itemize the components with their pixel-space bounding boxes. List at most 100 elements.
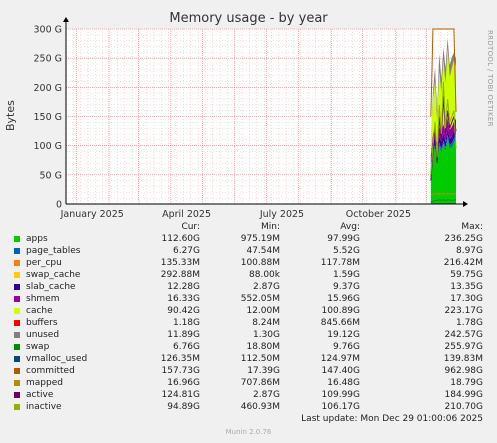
legend-cur: 135.33M [160, 258, 200, 268]
legend-swatch [14, 308, 20, 314]
legend-min: 18.80M [246, 342, 280, 352]
header-avg: Avg: [340, 222, 360, 232]
legend-label: buffers [26, 318, 58, 328]
x-tick-label: October 2025 [346, 209, 411, 220]
legend-swatch [14, 344, 20, 350]
legend-cur: 94.89G [167, 402, 200, 412]
legend-cur: 11.89G [167, 330, 200, 340]
legend-swatch [14, 392, 20, 398]
legend-avg: 1.59G [332, 270, 360, 280]
legend-label: mapped [26, 378, 63, 388]
legend-swatch [14, 320, 20, 326]
legend-label: shmem [26, 294, 60, 304]
legend-swatch [14, 248, 20, 254]
legend-cur: 6.76G [172, 342, 200, 352]
legend-min: 2.87G [252, 390, 280, 400]
legend-row-vmalloc-used: vmalloc_used 126.35M 112.50M 124.97M 139.83M [0, 354, 497, 366]
x-tick-label: January 2025 [60, 209, 124, 220]
legend-max: 223.17G [444, 306, 483, 316]
legend-cur: 157.73G [161, 366, 200, 376]
legend-max: 216.42M [443, 258, 483, 268]
legend-min: 47.54M [246, 246, 280, 256]
legend-label: slab_cache [26, 282, 76, 292]
legend-avg: 109.99G [321, 390, 360, 400]
legend-max: 8.97G [455, 246, 483, 256]
x-axis-arrow [463, 201, 468, 207]
legend-max: 1.78G [455, 318, 483, 328]
legend-max: 13.35G [450, 282, 483, 292]
legend-label: committed [26, 366, 75, 376]
legend-swatch [14, 404, 20, 410]
header-min: Min: [260, 222, 280, 232]
legend-cur: 6.27G [172, 246, 200, 256]
legend-avg: 124.97M [320, 354, 360, 364]
legend-row-unused: unused 11.89G 1.30G 19.12G 242.57G [0, 330, 497, 342]
legend-min: 12.00M [246, 306, 280, 316]
legend-cur: 124.81G [161, 390, 200, 400]
legend-row-active: active 124.81G 2.87G 109.99G 184.99G [0, 390, 497, 402]
legend-row-cache: cache 90.42G 12.00M 100.89G 223.17G [0, 306, 497, 318]
legend-avg: 106.17G [321, 402, 360, 412]
legend-label: page_tables [26, 246, 81, 256]
legend-cur: 292.88M [160, 270, 200, 280]
legend-row-inactive: inactive 94.89G 460.93M 106.17G 210.70G [0, 402, 497, 414]
legend-avg: 9.76G [332, 342, 360, 352]
legend-swatch [14, 296, 20, 302]
legend-label: vmalloc_used [26, 354, 88, 364]
legend-header: Cur: Min: Avg: Max: [0, 222, 497, 234]
y-axis-arrow [63, 17, 69, 22]
legend-max: 18.79G [450, 378, 483, 388]
munin-graph: Memory usage - by year Bytes RRDTOOL / T… [0, 0, 497, 443]
y-tick-label: 250 G [33, 54, 62, 65]
y-tick-label: 150 G [33, 112, 62, 123]
legend-min: 8.24M [252, 318, 280, 328]
legend-label: per_cpu [26, 258, 62, 268]
legend-max: 236.25G [444, 234, 483, 244]
legend-cur: 126.35M [160, 354, 200, 364]
legend-min: 1.30G [252, 330, 280, 340]
legend-max: 184.99G [444, 390, 483, 400]
legend-label: apps [26, 234, 48, 244]
legend-cur: 112.60G [161, 234, 200, 244]
legend-max: 210.70G [444, 402, 483, 412]
legend-avg: 15.96G [327, 294, 360, 304]
legend-min: 460.93M [240, 402, 280, 412]
legend-avg: 117.78M [320, 258, 360, 268]
legend-min: 975.19M [240, 234, 280, 244]
legend-swatch [14, 236, 20, 242]
legend-row-apps: apps 112.60G 975.19M 97.99G 236.25G [0, 234, 497, 246]
legend-swatch [14, 332, 20, 338]
x-tick-label: July 2025 [259, 209, 304, 220]
legend-swatch [14, 356, 20, 362]
legend-cur: 90.42G [167, 306, 200, 316]
legend-row-slab-cache: slab_cache 12.28G 2.87G 9.37G 13.35G [0, 282, 497, 294]
legend-avg: 5.52G [332, 246, 360, 256]
legend-avg: 97.99G [327, 234, 360, 244]
legend-label: inactive [26, 402, 62, 412]
legend-swatch [14, 272, 20, 278]
legend-swatch [14, 284, 20, 290]
legend-row-swap-cache: swap_cache 292.88M 88.00k 1.59G 59.75G [0, 270, 497, 282]
legend-row-committed: committed 157.73G 17.39G 147.40G 962.98G [0, 366, 497, 378]
munin-version: Munin 2.0.76 [225, 428, 272, 436]
x-tick-label: April 2025 [162, 209, 211, 220]
legend-row-buffers: buffers 1.18G 8.24M 845.66M 1.78G [0, 318, 497, 330]
legend-row-mapped: mapped 16.96G 707.86M 16.48G 18.79G [0, 378, 497, 390]
legend-max: 59.75G [450, 270, 483, 280]
legend-avg: 16.48G [327, 378, 360, 388]
y-tick-label: 200 G [33, 83, 62, 94]
legend-avg: 147.40G [321, 366, 360, 376]
legend-label: cache [26, 306, 53, 316]
legend-min: 707.86M [240, 378, 280, 388]
legend-label: unused [26, 330, 60, 340]
legend-cur: 16.33G [167, 294, 200, 304]
legend-avg: 19.12G [327, 330, 360, 340]
legend-cur: 16.96G [167, 378, 200, 388]
legend-min: 17.39G [247, 366, 280, 376]
legend-min: 2.87G [252, 282, 280, 292]
header-max: Max: [461, 222, 483, 232]
legend-min: 100.88M [240, 258, 280, 268]
legend-row-shmem: shmem 16.33G 552.05M 15.96G 17.30G [0, 294, 497, 306]
legend-swatch [14, 260, 20, 266]
legend-min: 552.05M [240, 294, 280, 304]
